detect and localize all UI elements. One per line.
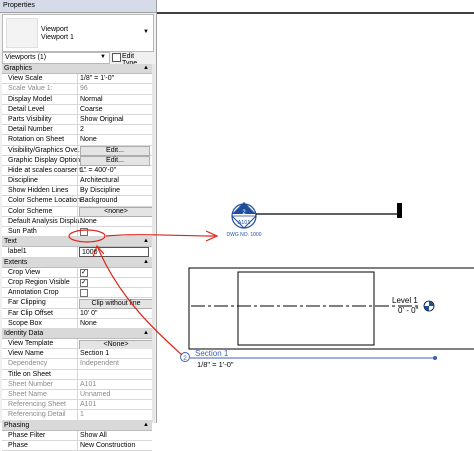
annotation-arrow-to-tag <box>105 234 216 237</box>
property-name: Phase Filter <box>8 431 46 439</box>
property-row-phase: Phase New Construction <box>2 440 152 451</box>
property-value-cell[interactable]: New Construction <box>77 440 152 451</box>
property-row-phase-filter: Phase Filter Show All <box>2 430 152 441</box>
property-value: Show All <box>80 431 107 439</box>
property-value: New Construction <box>80 441 136 449</box>
arrowhead-up <box>92 244 105 258</box>
annotation-arrow-to-field <box>97 247 183 356</box>
property-value-cell[interactable]: Show All <box>77 430 152 440</box>
property-name: Phase <box>8 441 28 449</box>
annotation-overlay <box>68 229 219 356</box>
highlight-ellipse <box>68 229 106 243</box>
